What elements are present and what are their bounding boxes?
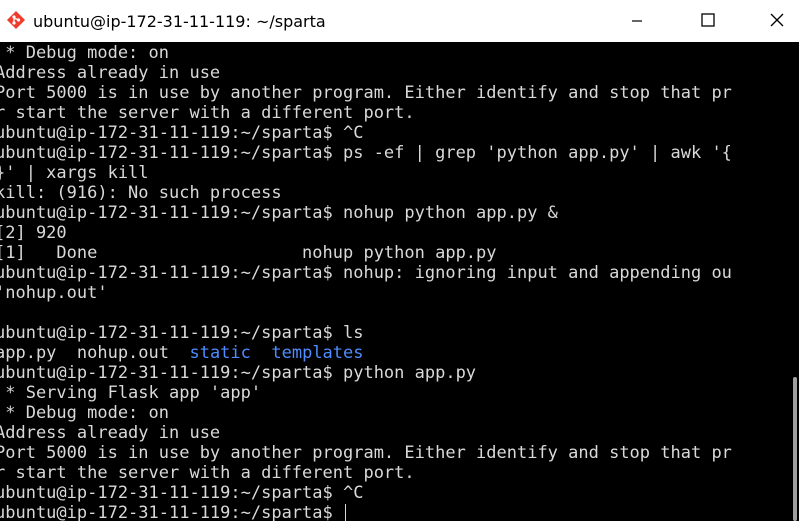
terminal-line: ubuntu@ip-172-31-11-119:~/sparta$ ls [0,323,732,343]
terminal-line: ubuntu@ip-172-31-11-119:~/sparta$ [0,503,732,521]
text-cursor [345,504,346,521]
terminal-line: [1] Done nohup python app.py [0,243,732,263]
terminal-line: ubuntu@ip-172-31-11-119:~/sparta$ nohup:… [0,263,732,283]
line-text: ubuntu@ip-172-31-11-119:~/sparta$ ps -ef… [0,143,732,163]
line-text: }' | xargs kill [0,163,149,183]
vertical-scrollbar[interactable] [790,42,799,521]
terminal-line: Address already in use [0,63,732,83]
minimize-button[interactable] [614,0,660,42]
terminal-line: ubuntu@ip-172-31-11-119:~/sparta$ python… [0,363,732,383]
line-text: r start the server with a different port… [0,463,415,483]
terminal-line: Port 5000 is in use by another program. … [0,83,732,103]
terminal-line: ubuntu@ip-172-31-11-119:~/sparta$ ^C [0,123,732,143]
terminal-line: Port 5000 is in use by another program. … [0,443,732,463]
line-text: Port 5000 is in use by another program. … [0,83,732,103]
terminal-line: 'nohup.out' [0,283,732,303]
line-text: ubuntu@ip-172-31-11-119:~/sparta$ python… [0,363,477,383]
minimize-icon [632,20,642,22]
line-text: ubuntu@ip-172-31-11-119:~/sparta$ ^C [0,123,364,143]
terminal-line: * Serving Flask app 'app' [0,383,732,403]
line-text: * Debug mode: on [0,403,169,423]
close-button[interactable] [753,0,799,42]
terminal-line: r start the server with a different port… [0,103,732,123]
terminal-line: ubuntu@ip-172-31-11-119:~/sparta$ nohup … [0,203,732,223]
line-text: ubuntu@ip-172-31-11-119:~/sparta$ nohup … [0,203,558,223]
terminal-line: r start the server with a different port… [0,463,732,483]
maximize-button[interactable] [684,0,730,42]
line-text: Port 5000 is in use by another program. … [0,443,732,463]
line-text [251,343,271,363]
terminal-line: app.py nohup.out static templates [0,343,732,363]
terminal-line: [2] 920 [0,223,732,243]
terminal-lines: * Debug mode: on Address already in use Po… [0,43,732,521]
close-icon [770,13,784,27]
terminal-line: }' | xargs kill [0,163,732,183]
line-text: [1] Done nohup python app.py [0,243,497,263]
line-text: Address already in use [0,423,221,443]
scrollbar-thumb[interactable] [793,377,797,521]
directory-name: templates [271,343,364,363]
window-title: ubuntu@ip-172-31-11-119: ~/sparta [33,12,326,31]
line-text: kill: (916): No such process [0,183,282,203]
terminal-output[interactable]: * Debug mode: on Address already in use Po… [0,42,790,521]
terminal-line: ubuntu@ip-172-31-11-119:~/sparta$ ps -ef… [0,143,732,163]
maximize-icon [701,13,715,27]
line-text: app.py nohup.out [0,343,190,363]
terminal-window: ubuntu@ip-172-31-11-119: ~/sparta * Debu… [0,0,799,521]
terminal-line: Address already in use [0,423,732,443]
terminal-line: * Debug mode: on [0,43,732,63]
line-text: * Debug mode: on [0,43,169,63]
line-text: 'nohup.out' [0,283,108,303]
terminal-line: kill: (916): No such process [0,183,732,203]
line-text: Address already in use [0,63,221,83]
terminal-line: ubuntu@ip-172-31-11-119:~/sparta$ ^C [0,483,732,503]
line-text: * Serving Flask app 'app' [0,383,262,403]
terminal-line: * Debug mode: on [0,403,732,423]
directory-name: static [189,343,251,363]
line-text: ubuntu@ip-172-31-11-119:~/sparta$ ls [0,323,364,343]
line-text: ubuntu@ip-172-31-11-119:~/sparta$ ^C [0,483,364,503]
line-text: [2] 920 [0,223,67,243]
title-bar[interactable]: ubuntu@ip-172-31-11-119: ~/sparta [0,0,799,42]
git-bash-diamond-icon [6,10,26,30]
line-text: ubuntu@ip-172-31-11-119:~/sparta$ [0,503,343,521]
line-text: r start the server with a different port… [0,103,415,123]
line-text: ubuntu@ip-172-31-11-119:~/sparta$ nohup:… [0,263,732,283]
